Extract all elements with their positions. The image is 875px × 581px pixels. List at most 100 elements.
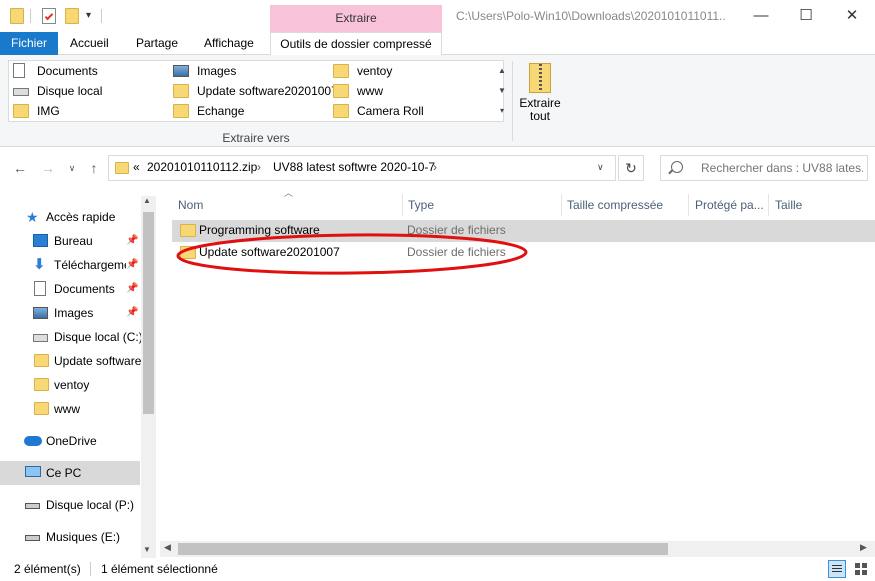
extract-to-gallery: Documents Disque local IMG Images Update… [8,60,506,122]
folder-icon [115,162,129,174]
nav-ce-pc[interactable]: Ce PC [0,461,140,485]
divider [561,194,562,216]
folder-icon [34,402,49,415]
nav-images[interactable]: Images 📌 [0,301,141,325]
scroll-left-icon[interactable]: ◀ [164,542,171,553]
column-protege[interactable]: Protégé pa... [695,194,764,216]
folder-icon [333,104,349,118]
nav-quick-access[interactable]: ★ Accès rapide [0,205,141,229]
tab-partage[interactable]: Partage [124,32,190,55]
extract-target-disque-local[interactable]: Disque local [13,81,163,101]
star-icon: ★ [26,209,39,225]
computer-icon [25,466,41,477]
extract-target-img[interactable]: IMG [13,101,163,121]
column-type[interactable]: Type [408,194,434,216]
extract-target-camera-roll[interactable]: Camera Roll [333,101,483,121]
nav-musiques-e[interactable]: Musiques (E:) [0,525,141,549]
divider [30,9,31,23]
large-icons-view-icon[interactable] [852,560,870,578]
gallery-scroll-up-icon[interactable]: ▲ [493,61,511,81]
minimize-button[interactable]: — [738,0,784,32]
images-icon [33,307,48,319]
navigation-bar: ← → ∨ ↑ « 20201010110112.zip › UV88 late… [0,148,875,186]
tab-outils-dossier-compresse[interactable]: Outils de dossier compressé [270,32,442,56]
download-icon: ⬇ [33,256,46,273]
extract-target-ventoy[interactable]: ventoy [333,61,483,81]
nav-documents[interactable]: Documents 📌 [0,277,141,301]
navigation-pane: ★ Accès rapide Bureau 📌 ⬇ Téléchargement… [0,192,156,558]
documents-icon [34,281,46,296]
pin-icon: 📌 [126,283,139,294]
nav-disque-local-p[interactable]: Disque local (P:) [0,493,141,517]
recent-locations-icon[interactable]: ∨ [62,158,82,178]
divider [512,61,513,141]
drive-icon [25,503,40,509]
tab-affichage[interactable]: Affichage [192,32,266,55]
cloud-icon [24,436,42,446]
images-icon [173,65,189,77]
customize-qat-icon[interactable]: ▾ [86,10,91,21]
extract-target-documents[interactable]: Documents [13,61,163,81]
scroll-down-icon[interactable]: ▼ [143,545,151,554]
annotation-ellipse [176,233,528,275]
properties-icon[interactable] [42,8,56,24]
nav-telechargements[interactable]: ⬇ Téléchargements 📌 [0,253,141,277]
column-nom[interactable]: Nom [178,194,203,216]
address-dropdown-icon[interactable]: ∨ [597,162,604,173]
new-folder-icon[interactable] [65,8,79,24]
ribbon-tabs: Fichier Accueil Partage Affichage Outils… [0,32,875,81]
breadcrumb-separator[interactable]: › [257,160,261,174]
sort-ascending-icon: ︿ [284,188,294,198]
gallery-expand-icon[interactable]: ▾ [493,101,511,121]
ribbon-group-label: Extraire vers [222,131,290,145]
up-icon[interactable]: ↑ [84,158,104,178]
drive-icon [33,334,48,342]
breadcrumb-zip[interactable]: 20201010110112.zip [147,160,257,174]
desktop-icon [33,234,48,247]
column-taille[interactable]: Taille [775,194,802,216]
details-view-icon[interactable] [828,560,846,578]
scroll-right-icon[interactable]: ▶ [860,542,867,553]
nav-bureau[interactable]: Bureau 📌 [0,229,141,253]
item-count: 2 élément(s) [14,562,81,576]
column-taille-compressee[interactable]: Taille compressée [567,194,663,216]
divider [688,194,689,216]
breadcrumb-separator[interactable]: › [433,160,437,174]
nav-disque-local-c[interactable]: Disque local (C:) [0,325,141,349]
nav-onedrive[interactable]: OneDrive [0,429,141,453]
folder-icon [333,64,349,78]
nav-ventoy[interactable]: ventoy [0,373,141,397]
gallery-scroll-down-icon[interactable]: ▼ [493,81,511,101]
nav-scrollbar-thumb[interactable] [143,212,154,414]
breadcrumb-folder[interactable]: UV88 latest softwre 2020-10-7 [273,160,435,174]
horizontal-scrollbar-thumb[interactable] [178,543,668,555]
search-icon [671,161,683,173]
scroll-up-icon[interactable]: ▲ [143,196,151,205]
nav-update-software[interactable]: Update software [0,349,141,373]
pin-icon: 📌 [126,307,139,318]
extract-all-button[interactable]: Extraire tout [517,61,563,127]
breadcrumb-overflow[interactable]: « [133,160,140,174]
address-bar[interactable]: « 20201010110112.zip › UV88 latest softw… [108,155,616,181]
refresh-button[interactable]: ↻ [618,155,644,181]
back-icon[interactable]: ← [10,158,30,178]
forward-icon[interactable]: → [38,158,58,178]
extract-target-www[interactable]: www [333,81,483,101]
drive-icon [25,535,40,541]
maximize-button[interactable]: ☐ [783,0,829,32]
folder-icon [34,378,49,391]
close-button[interactable]: ✕ [829,0,875,32]
folder-icon [173,104,189,118]
search-input[interactable] [701,159,863,177]
folder-icon [333,84,349,98]
nav-www[interactable]: www [0,397,141,421]
tab-accueil[interactable]: Accueil [58,32,121,55]
search-box[interactable] [660,155,868,181]
divider [101,9,102,23]
tab-fichier[interactable]: Fichier [0,32,58,55]
folder-icon[interactable] [10,8,24,24]
extract-target-update-software[interactable]: Update software20201007 [173,81,338,101]
extract-all-label: Extraire tout [519,96,561,123]
extract-target-images[interactable]: Images [173,61,333,81]
extract-target-echange[interactable]: Echange [173,101,333,121]
